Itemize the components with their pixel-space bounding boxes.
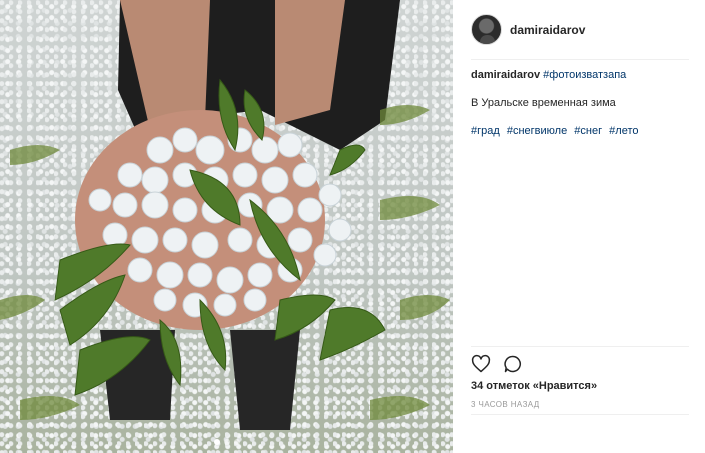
caption-text: В Уральске временная зима: [471, 97, 616, 109]
post-timestamp[interactable]: 3 ЧАСОВ НАЗАД: [471, 400, 540, 409]
caption-tags: #град #снегвиюле #снег #лето: [471, 125, 643, 137]
carousel-indicator: [0, 439, 453, 445]
divider: [471, 346, 689, 347]
hashtag-link[interactable]: #лето: [609, 125, 638, 137]
likes-count[interactable]: 34 отметок «Нравится»: [471, 380, 597, 392]
divider: [471, 414, 689, 415]
divider: [471, 59, 689, 60]
caption-author-link[interactable]: damiraidarov: [471, 69, 540, 81]
caption-first-line: damiraidarov #фотоизватзапа: [471, 69, 626, 81]
username-link[interactable]: damiraidarov: [510, 23, 585, 37]
hashtag-link[interactable]: #снегвиюле: [507, 125, 567, 137]
post-actions: [471, 354, 523, 374]
post-header: damiraidarov: [453, 0, 705, 59]
carousel-dot[interactable]: [233, 439, 240, 445]
carousel-dot[interactable]: [223, 439, 230, 445]
hail-in-hands-photo: [0, 0, 450, 430]
heart-icon[interactable]: [471, 354, 491, 374]
comment-icon[interactable]: [503, 354, 523, 374]
post-side-panel: damiraidarov damiraidarov #фотоизватзапа…: [453, 0, 705, 453]
user-avatar[interactable]: [471, 14, 502, 45]
post-photo[interactable]: [0, 0, 453, 453]
carousel-dot[interactable]: [213, 439, 220, 445]
hashtag-link[interactable]: #град: [471, 125, 500, 137]
hashtag-link[interactable]: #фотоизватзапа: [543, 69, 626, 81]
hashtag-link[interactable]: #снег: [574, 125, 602, 137]
